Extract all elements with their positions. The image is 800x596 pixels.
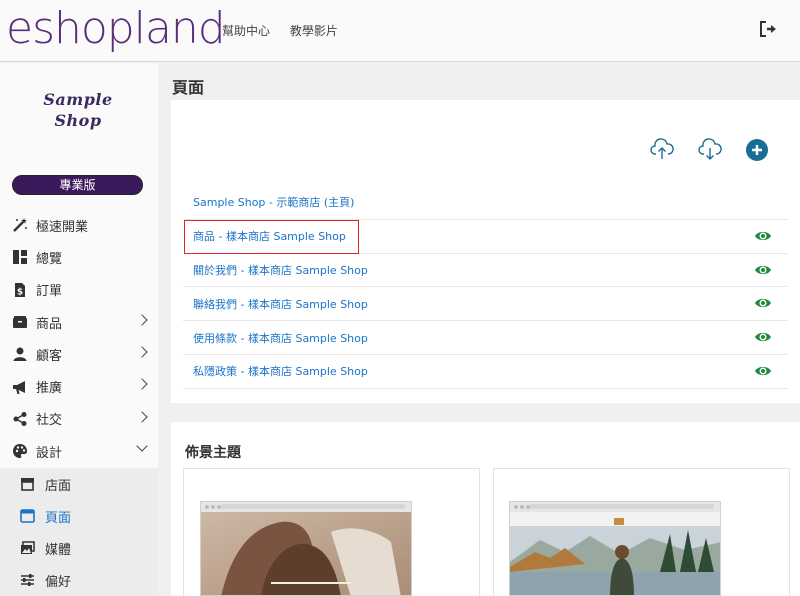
sidebar-subitem-label: 媒體 bbox=[45, 542, 72, 558]
shop-logo[interactable]: Sample Shop bbox=[38, 89, 118, 131]
theme-preview-image[interactable] bbox=[509, 501, 721, 596]
eye-icon[interactable] bbox=[754, 296, 772, 310]
chevron-right-icon bbox=[136, 314, 148, 326]
sidebar-subitem-pages[interactable]: 頁面 bbox=[0, 500, 158, 532]
sidebar-item-design[interactable]: 設計 bbox=[0, 435, 158, 467]
browser-bar bbox=[510, 502, 720, 512]
sliders-icon bbox=[21, 574, 34, 586]
landscape-photo bbox=[510, 512, 720, 595]
sidebar-item-label: 商品 bbox=[36, 316, 63, 332]
eshopland-logo[interactable]: eshopland bbox=[6, 2, 226, 56]
sidebar-subitem-media[interactable]: 媒體 bbox=[0, 532, 158, 564]
magic-wand-icon bbox=[13, 218, 27, 232]
eye-icon[interactable] bbox=[754, 263, 772, 277]
sidebar-item-quick-start[interactable]: 極速開業 bbox=[0, 209, 158, 241]
palette-icon bbox=[13, 444, 27, 459]
sidebar-item-customers[interactable]: 顧客 bbox=[0, 338, 158, 370]
browser-bar bbox=[201, 502, 411, 512]
cloud-download-icon[interactable] bbox=[698, 137, 722, 161]
sidebar-item-overview[interactable]: 總覽 bbox=[0, 241, 158, 273]
sidebar-nav: 極速開業 總覽 $ 訂單 商品 顧客 推廣 社交 設計 bbox=[0, 209, 158, 467]
sidebar: Sample Shop 專業版 極速開業 總覽 $ 訂單 商品 顧客 推廣 社交… bbox=[0, 63, 158, 596]
page-link[interactable]: 聯絡我們 - 樣本商店 Sample Shop bbox=[193, 296, 368, 312]
tutorial-videos-link[interactable]: 教學影片 bbox=[290, 24, 338, 38]
page-row[interactable]: 關於我們 - 樣本商店 Sample Shop bbox=[183, 254, 788, 288]
chevron-right-icon bbox=[136, 346, 148, 358]
fashion-photo bbox=[201, 512, 411, 595]
megaphone-icon bbox=[13, 380, 25, 394]
pages-list: Sample Shop - 示範商店 (主頁) 商品 - 樣本商店 Sample… bbox=[183, 186, 788, 389]
add-circle-icon[interactable] bbox=[745, 137, 769, 161]
chevron-right-icon bbox=[136, 378, 148, 391]
sidebar-item-orders[interactable]: $ 訂單 bbox=[0, 274, 158, 306]
page-link[interactable]: 使用條款 - 樣本商店 Sample Shop bbox=[193, 330, 368, 346]
design-subnav: 店面 頁面 媒體 偏好 bbox=[0, 468, 158, 596]
eye-icon[interactable] bbox=[754, 330, 772, 344]
dashboard-icon bbox=[13, 250, 27, 265]
sidebar-subitem-label: 頁面 bbox=[45, 510, 72, 526]
sidebar-item-label: 極速開業 bbox=[36, 219, 89, 235]
plan-badge: 專業版 bbox=[12, 175, 143, 195]
page-icon bbox=[20, 509, 35, 523]
sidebar-item-products[interactable]: 商品 bbox=[0, 306, 158, 338]
page-title: 頁面 bbox=[172, 78, 205, 97]
page-row[interactable]: Sample Shop - 示範商店 (主頁) bbox=[183, 186, 788, 220]
sidebar-subitem-preferences[interactable]: 偏好 bbox=[0, 564, 158, 596]
eye-icon[interactable] bbox=[754, 229, 772, 243]
sidebar-subitem-label: 店面 bbox=[45, 478, 72, 494]
sidebar-subitem-storefront[interactable]: 店面 bbox=[0, 468, 158, 500]
page-link[interactable]: Sample Shop - 示範商店 (主頁) bbox=[193, 194, 354, 210]
theme-preview-image[interactable] bbox=[200, 501, 412, 596]
sidebar-item-label: 總覽 bbox=[36, 251, 63, 267]
store-icon bbox=[21, 478, 34, 491]
logout-icon[interactable] bbox=[758, 20, 778, 38]
sidebar-subitem-label: 偏好 bbox=[45, 574, 72, 590]
shop-logo-line-1: Sample bbox=[43, 90, 113, 109]
page-row[interactable]: 使用條款 - 樣本商店 Sample Shop bbox=[183, 321, 788, 355]
sidebar-item-label: 顧客 bbox=[36, 348, 63, 364]
page-link[interactable]: 私隱政策 - 樣本商店 Sample Shop bbox=[193, 363, 368, 379]
svg-text:$: $ bbox=[17, 287, 23, 297]
page-row[interactable]: 聯絡我們 - 樣本商店 Sample Shop bbox=[183, 287, 788, 322]
images-icon bbox=[21, 541, 35, 554]
user-icon bbox=[13, 347, 27, 362]
sidebar-item-label: 推廣 bbox=[36, 381, 63, 397]
page-link[interactable]: 關於我們 - 樣本商店 Sample Shop bbox=[193, 262, 368, 278]
eye-icon[interactable] bbox=[754, 364, 772, 378]
page-row[interactable]: 私隱政策 - 樣本商店 Sample Shop bbox=[183, 355, 788, 389]
box-icon bbox=[13, 316, 27, 329]
highlight-box bbox=[184, 220, 359, 254]
invoice-icon: $ bbox=[15, 282, 25, 297]
top-header: eshopland 幫助中心 教學影片 bbox=[0, 0, 800, 62]
sidebar-item-social[interactable]: 社交 bbox=[0, 403, 158, 435]
chevron-right-icon bbox=[136, 411, 148, 423]
top-nav: 幫助中心 教學影片 bbox=[222, 22, 354, 39]
sidebar-item-label: 設計 bbox=[36, 445, 63, 461]
sidebar-item-label: 社交 bbox=[36, 413, 63, 429]
help-center-link[interactable]: 幫助中心 bbox=[222, 24, 270, 38]
share-icon bbox=[13, 411, 27, 426]
themes-title: 佈景主題 bbox=[185, 445, 241, 461]
shop-logo-line-2: Shop bbox=[54, 111, 102, 130]
sidebar-item-marketing[interactable]: 推廣 bbox=[0, 370, 158, 402]
chevron-down-icon bbox=[136, 440, 148, 452]
cloud-upload-icon[interactable] bbox=[650, 137, 674, 161]
sidebar-item-label: 訂單 bbox=[36, 284, 63, 300]
